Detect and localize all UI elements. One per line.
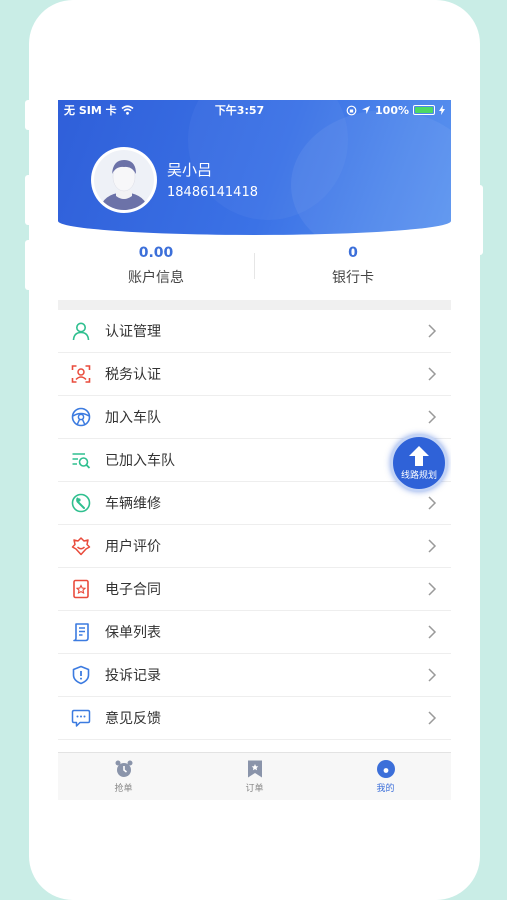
- app-screen: 无 SIM 卡 下午3:57 100% 吴小吕 18486141418 0.00…: [58, 100, 451, 800]
- account-stats: 0.00 账户信息 0 银行卡: [58, 235, 451, 297]
- phone-side-button: [25, 175, 33, 225]
- person-icon: [70, 320, 92, 342]
- route-planning-button[interactable]: 线路规划: [390, 434, 448, 492]
- shield-icon: [70, 664, 92, 686]
- menu-item-label: 认证管理: [105, 324, 161, 340]
- menu-item-label: 用户评价: [105, 539, 161, 555]
- menu-item-certification[interactable]: 认证管理: [58, 310, 451, 353]
- menu-item-e-contract[interactable]: 电子合同: [58, 568, 451, 611]
- avatar[interactable]: [91, 147, 157, 213]
- profile-header: 无 SIM 卡 下午3:57 100% 吴小吕 18486141418: [58, 100, 451, 235]
- profile-circle-icon: [376, 760, 395, 778]
- battery-percent: 100%: [375, 103, 409, 117]
- orientation-lock-icon: [346, 105, 357, 115]
- avatar-person-icon: [94, 150, 154, 210]
- chevron-right-icon: [428, 410, 437, 424]
- stat-label: 账户信息: [128, 270, 184, 286]
- menu-item-join-fleet[interactable]: 加入车队: [58, 396, 451, 439]
- menu-item-label: 保单列表: [105, 625, 161, 641]
- menu-item-label: 电子合同: [105, 582, 161, 598]
- battery-icon: [413, 105, 435, 115]
- menu-item-tax-certification[interactable]: 税务认证: [58, 353, 451, 396]
- alarm-clock-icon: [115, 760, 132, 777]
- scroll-icon: [70, 621, 92, 643]
- chevron-right-icon: [428, 582, 437, 596]
- stat-value: 0.00: [138, 245, 174, 261]
- menu-item-complaint-records[interactable]: 投诉记录: [58, 654, 451, 697]
- chevron-right-icon: [428, 711, 437, 725]
- chevron-right-icon: [428, 367, 437, 381]
- menu-item-user-reviews[interactable]: 用户评价: [58, 525, 451, 568]
- badge-icon: [70, 535, 92, 557]
- contract-icon: [70, 578, 92, 600]
- chevron-right-icon: [428, 324, 437, 338]
- menu-item-label: 加入车队: [105, 410, 161, 426]
- menu-item-label: 已加入车队: [105, 453, 175, 469]
- menu-item-policy-list[interactable]: 保单列表: [58, 611, 451, 654]
- stat-value: 0: [348, 245, 358, 261]
- list-search-icon: [70, 449, 92, 471]
- phone-side-button: [25, 100, 33, 130]
- menu-list: 认证管理 税务认证 加入车队 已加入车队 车辆维修 用户评价 电子合同 保单列表…: [58, 310, 451, 740]
- chevron-right-icon: [428, 668, 437, 682]
- carrier-text: 无 SIM 卡: [64, 104, 117, 117]
- status-time: 下午3:57: [214, 104, 265, 117]
- arrow-up-icon: [409, 446, 429, 466]
- section-separator: [58, 300, 451, 310]
- stat-bank-card[interactable]: 0 银行卡: [255, 235, 451, 297]
- tab-grab-order[interactable]: 抢单: [58, 753, 189, 800]
- tab-label: 订单: [245, 784, 264, 794]
- steering-wheel-icon: [70, 406, 92, 428]
- tab-bar: 抢单 订单 我的: [58, 752, 451, 800]
- chevron-right-icon: [428, 539, 437, 553]
- wifi-icon: [121, 105, 134, 115]
- menu-item-label: 意见反馈: [105, 711, 161, 727]
- menu-item-feedback[interactable]: 意见反馈: [58, 697, 451, 740]
- bookmark-icon: [247, 760, 262, 778]
- chat-icon: [70, 707, 92, 729]
- menu-item-label: 税务认证: [105, 367, 161, 383]
- face-scan-icon: [70, 363, 92, 385]
- user-name: 吴小吕: [167, 161, 213, 179]
- tab-label: 抢单: [114, 784, 133, 794]
- stat-label: 银行卡: [332, 270, 374, 286]
- user-phone: 18486141418: [167, 185, 258, 200]
- route-planning-label: 线路规划: [400, 471, 437, 481]
- location-icon: [362, 106, 371, 114]
- menu-item-label: 投诉记录: [105, 668, 161, 684]
- menu-item-label: 车辆维修: [105, 496, 161, 512]
- phone-side-button: [475, 185, 483, 255]
- tab-label: 我的: [376, 784, 395, 794]
- menu-item-vehicle-repair[interactable]: 车辆维修: [58, 482, 451, 525]
- chevron-right-icon: [428, 625, 437, 639]
- stat-account-info[interactable]: 0.00 账户信息: [58, 235, 254, 297]
- tab-orders[interactable]: 订单: [189, 753, 320, 800]
- tab-mine[interactable]: 我的: [320, 753, 451, 800]
- phone-side-button: [25, 240, 33, 290]
- charging-icon: [439, 105, 445, 115]
- status-bar: 无 SIM 卡 下午3:57 100%: [58, 100, 451, 120]
- chevron-right-icon: [428, 496, 437, 510]
- wrench-icon: [70, 492, 92, 514]
